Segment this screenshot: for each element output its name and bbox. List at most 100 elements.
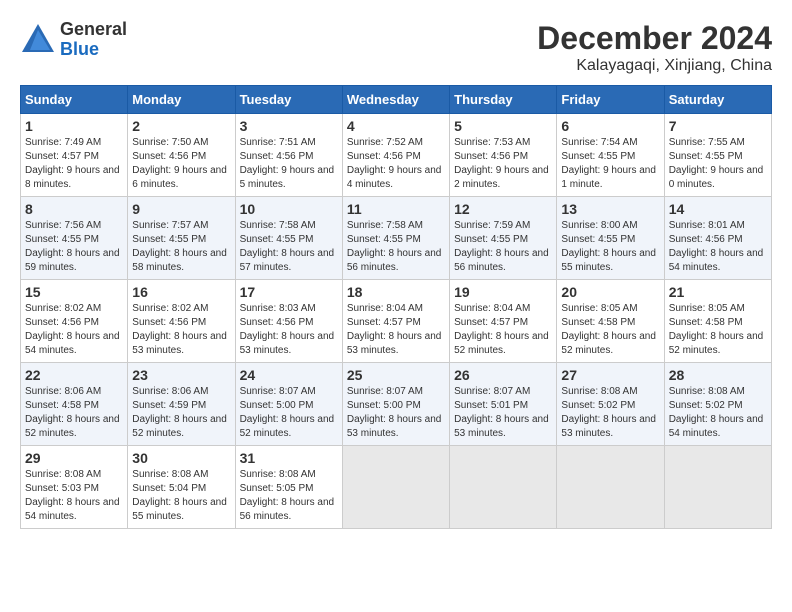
day-info: Sunrise: 7:54 AM Sunset: 4:55 PM Dayligh… bbox=[561, 136, 659, 192]
table-row bbox=[664, 446, 771, 529]
table-row: 23 Sunrise: 8:06 AM Sunset: 4:59 PM Dayl… bbox=[128, 363, 235, 446]
day-info: Sunrise: 8:07 AM Sunset: 5:00 PM Dayligh… bbox=[240, 385, 338, 441]
table-row: 15 Sunrise: 8:02 AM Sunset: 4:56 PM Dayl… bbox=[21, 280, 128, 363]
day-number: 30 bbox=[132, 450, 230, 466]
day-info: Sunrise: 8:05 AM Sunset: 4:58 PM Dayligh… bbox=[561, 302, 659, 358]
day-number: 1 bbox=[25, 118, 123, 134]
day-number: 13 bbox=[561, 201, 659, 217]
calendar-table: Sunday Monday Tuesday Wednesday Thursday… bbox=[20, 85, 772, 529]
day-number: 9 bbox=[132, 201, 230, 217]
day-info: Sunrise: 8:02 AM Sunset: 4:56 PM Dayligh… bbox=[132, 302, 230, 358]
day-info: Sunrise: 8:01 AM Sunset: 4:56 PM Dayligh… bbox=[669, 219, 767, 275]
day-info: Sunrise: 7:52 AM Sunset: 4:56 PM Dayligh… bbox=[347, 136, 445, 192]
table-row: 11 Sunrise: 7:58 AM Sunset: 4:55 PM Dayl… bbox=[342, 197, 449, 280]
page-subtitle: Kalayagaqi, Xinjiang, China bbox=[537, 57, 772, 75]
day-number: 12 bbox=[454, 201, 552, 217]
col-wednesday: Wednesday bbox=[342, 86, 449, 114]
table-row: 25 Sunrise: 8:07 AM Sunset: 5:00 PM Dayl… bbox=[342, 363, 449, 446]
col-saturday: Saturday bbox=[664, 86, 771, 114]
table-row: 6 Sunrise: 7:54 AM Sunset: 4:55 PM Dayli… bbox=[557, 114, 664, 197]
day-info: Sunrise: 8:07 AM Sunset: 5:01 PM Dayligh… bbox=[454, 385, 552, 441]
day-info: Sunrise: 8:05 AM Sunset: 4:58 PM Dayligh… bbox=[669, 302, 767, 358]
table-row: 7 Sunrise: 7:55 AM Sunset: 4:55 PM Dayli… bbox=[664, 114, 771, 197]
day-number: 22 bbox=[25, 367, 123, 383]
day-info: Sunrise: 7:56 AM Sunset: 4:55 PM Dayligh… bbox=[25, 219, 123, 275]
table-row bbox=[342, 446, 449, 529]
day-number: 7 bbox=[669, 118, 767, 134]
day-number: 20 bbox=[561, 284, 659, 300]
day-number: 5 bbox=[454, 118, 552, 134]
logo-icon bbox=[20, 22, 56, 58]
logo-text: General Blue bbox=[60, 20, 127, 60]
col-tuesday: Tuesday bbox=[235, 86, 342, 114]
table-row: 27 Sunrise: 8:08 AM Sunset: 5:02 PM Dayl… bbox=[557, 363, 664, 446]
day-info: Sunrise: 8:06 AM Sunset: 4:58 PM Dayligh… bbox=[25, 385, 123, 441]
day-info: Sunrise: 8:04 AM Sunset: 4:57 PM Dayligh… bbox=[454, 302, 552, 358]
day-number: 8 bbox=[25, 201, 123, 217]
table-row: 31 Sunrise: 8:08 AM Sunset: 5:05 PM Dayl… bbox=[235, 446, 342, 529]
table-row: 5 Sunrise: 7:53 AM Sunset: 4:56 PM Dayli… bbox=[450, 114, 557, 197]
table-row: 12 Sunrise: 7:59 AM Sunset: 4:55 PM Dayl… bbox=[450, 197, 557, 280]
day-number: 14 bbox=[669, 201, 767, 217]
day-info: Sunrise: 8:08 AM Sunset: 5:02 PM Dayligh… bbox=[561, 385, 659, 441]
table-row: 21 Sunrise: 8:05 AM Sunset: 4:58 PM Dayl… bbox=[664, 280, 771, 363]
day-number: 2 bbox=[132, 118, 230, 134]
day-number: 24 bbox=[240, 367, 338, 383]
day-number: 6 bbox=[561, 118, 659, 134]
col-monday: Monday bbox=[128, 86, 235, 114]
day-info: Sunrise: 7:53 AM Sunset: 4:56 PM Dayligh… bbox=[454, 136, 552, 192]
table-row: 9 Sunrise: 7:57 AM Sunset: 4:55 PM Dayli… bbox=[128, 197, 235, 280]
day-info: Sunrise: 8:08 AM Sunset: 5:05 PM Dayligh… bbox=[240, 468, 338, 524]
page-title: December 2024 bbox=[537, 20, 772, 57]
table-row: 14 Sunrise: 8:01 AM Sunset: 4:56 PM Dayl… bbox=[664, 197, 771, 280]
day-number: 11 bbox=[347, 201, 445, 217]
day-info: Sunrise: 7:55 AM Sunset: 4:55 PM Dayligh… bbox=[669, 136, 767, 192]
day-info: Sunrise: 8:08 AM Sunset: 5:02 PM Dayligh… bbox=[669, 385, 767, 441]
table-row: 19 Sunrise: 8:04 AM Sunset: 4:57 PM Dayl… bbox=[450, 280, 557, 363]
table-row: 8 Sunrise: 7:56 AM Sunset: 4:55 PM Dayli… bbox=[21, 197, 128, 280]
col-sunday: Sunday bbox=[21, 86, 128, 114]
table-row: 26 Sunrise: 8:07 AM Sunset: 5:01 PM Dayl… bbox=[450, 363, 557, 446]
day-number: 27 bbox=[561, 367, 659, 383]
table-row: 17 Sunrise: 8:03 AM Sunset: 4:56 PM Dayl… bbox=[235, 280, 342, 363]
logo: General Blue bbox=[20, 20, 127, 60]
table-row: 4 Sunrise: 7:52 AM Sunset: 4:56 PM Dayli… bbox=[342, 114, 449, 197]
day-info: Sunrise: 8:02 AM Sunset: 4:56 PM Dayligh… bbox=[25, 302, 123, 358]
table-row: 24 Sunrise: 8:07 AM Sunset: 5:00 PM Dayl… bbox=[235, 363, 342, 446]
day-info: Sunrise: 8:06 AM Sunset: 4:59 PM Dayligh… bbox=[132, 385, 230, 441]
calendar-body: 1 Sunrise: 7:49 AM Sunset: 4:57 PM Dayli… bbox=[21, 114, 772, 529]
day-info: Sunrise: 7:49 AM Sunset: 4:57 PM Dayligh… bbox=[25, 136, 123, 192]
day-info: Sunrise: 8:04 AM Sunset: 4:57 PM Dayligh… bbox=[347, 302, 445, 358]
day-info: Sunrise: 8:07 AM Sunset: 5:00 PM Dayligh… bbox=[347, 385, 445, 441]
table-row: 29 Sunrise: 8:08 AM Sunset: 5:03 PM Dayl… bbox=[21, 446, 128, 529]
table-row: 20 Sunrise: 8:05 AM Sunset: 4:58 PM Dayl… bbox=[557, 280, 664, 363]
day-number: 10 bbox=[240, 201, 338, 217]
day-number: 18 bbox=[347, 284, 445, 300]
table-row: 3 Sunrise: 7:51 AM Sunset: 4:56 PM Dayli… bbox=[235, 114, 342, 197]
table-row: 2 Sunrise: 7:50 AM Sunset: 4:56 PM Dayli… bbox=[128, 114, 235, 197]
day-info: Sunrise: 7:57 AM Sunset: 4:55 PM Dayligh… bbox=[132, 219, 230, 275]
day-number: 3 bbox=[240, 118, 338, 134]
day-number: 31 bbox=[240, 450, 338, 466]
table-row: 13 Sunrise: 8:00 AM Sunset: 4:55 PM Dayl… bbox=[557, 197, 664, 280]
day-number: 19 bbox=[454, 284, 552, 300]
day-info: Sunrise: 7:51 AM Sunset: 4:56 PM Dayligh… bbox=[240, 136, 338, 192]
day-number: 25 bbox=[347, 367, 445, 383]
table-row: 30 Sunrise: 8:08 AM Sunset: 5:04 PM Dayl… bbox=[128, 446, 235, 529]
table-row: 28 Sunrise: 8:08 AM Sunset: 5:02 PM Dayl… bbox=[664, 363, 771, 446]
table-row: 1 Sunrise: 7:49 AM Sunset: 4:57 PM Dayli… bbox=[21, 114, 128, 197]
day-info: Sunrise: 8:08 AM Sunset: 5:04 PM Dayligh… bbox=[132, 468, 230, 524]
day-number: 23 bbox=[132, 367, 230, 383]
day-number: 16 bbox=[132, 284, 230, 300]
day-number: 28 bbox=[669, 367, 767, 383]
day-number: 15 bbox=[25, 284, 123, 300]
table-row bbox=[557, 446, 664, 529]
day-number: 21 bbox=[669, 284, 767, 300]
day-info: Sunrise: 8:08 AM Sunset: 5:03 PM Dayligh… bbox=[25, 468, 123, 524]
table-row bbox=[450, 446, 557, 529]
calendar-header: Sunday Monday Tuesday Wednesday Thursday… bbox=[21, 86, 772, 114]
day-number: 29 bbox=[25, 450, 123, 466]
page-header: General Blue December 2024 Kalayagaqi, X… bbox=[20, 20, 772, 75]
day-info: Sunrise: 7:58 AM Sunset: 4:55 PM Dayligh… bbox=[240, 219, 338, 275]
day-info: Sunrise: 7:58 AM Sunset: 4:55 PM Dayligh… bbox=[347, 219, 445, 275]
